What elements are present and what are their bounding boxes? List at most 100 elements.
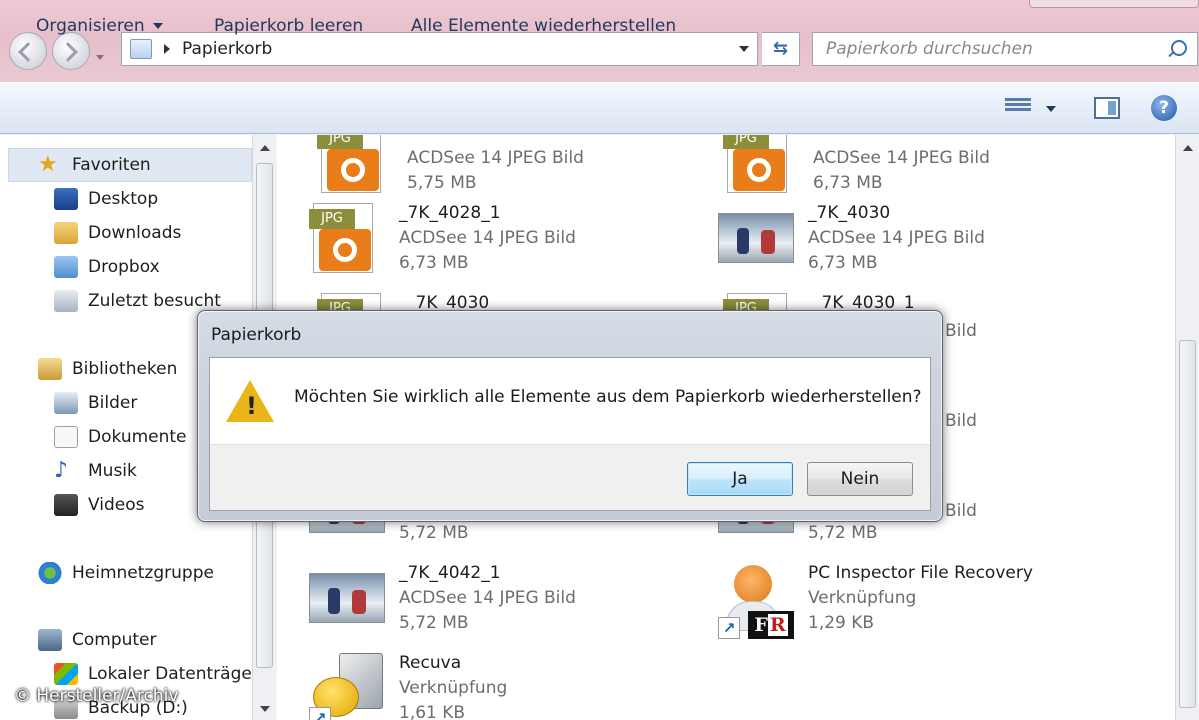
file-item[interactable]: ↗ Recuva Verknüpfung 1,61 KB <box>309 653 669 720</box>
file-size: 1,61 KB <box>399 703 466 720</box>
star-icon: ★ <box>38 152 58 177</box>
file-name: Recuva <box>399 653 462 673</box>
organize-label: Organisieren <box>36 16 145 36</box>
dropbox-icon <box>54 256 78 278</box>
sidebar-item-music[interactable]: ♪ Musik <box>54 460 137 482</box>
documents-icon <box>54 426 78 448</box>
view-options-dropdown-icon[interactable] <box>1046 106 1056 112</box>
scroll-down-icon[interactable] <box>260 706 270 712</box>
help-icon[interactable]: ? <box>1151 95 1177 121</box>
window-caption-buttons[interactable] <box>1029 0 1199 8</box>
jpeg-file-icon: JPG <box>309 203 375 275</box>
empty-bin-button[interactable]: Papierkorb leeren <box>214 16 363 36</box>
file-item[interactable]: JPG ACDSee 14 JPEG Bild 5,75 MB <box>317 135 677 203</box>
sidebar-item-favorites[interactable]: ★ Favoriten <box>38 154 151 176</box>
homegroup-icon <box>38 562 62 584</box>
sidebar-item-label: Videos <box>88 495 145 515</box>
file-item[interactable]: FR ↗ PC Inspector File Recovery Verknüpf… <box>718 563 1078 643</box>
music-note-icon: ♪ <box>54 458 69 483</box>
file-type: ACDSee 14 JPEG Bild <box>399 588 576 608</box>
sidebar-item-label: Heimnetzgruppe <box>72 563 214 583</box>
search-box[interactable]: Papierkorb durchsuchen <box>812 32 1198 66</box>
file-type: ACDSee 14 JPEG Bild <box>399 228 576 248</box>
address-dropdown-icon[interactable] <box>739 46 749 52</box>
dialog-message-area: ! Möchten Sie wirklich alle Elemente aus… <box>210 358 930 444</box>
sidebar-item-recent[interactable]: Zuletzt besucht <box>54 290 221 312</box>
breadcrumb-separator-icon[interactable] <box>164 44 170 54</box>
refresh-button[interactable]: ⇆ <box>762 32 800 66</box>
libraries-icon <box>38 358 62 380</box>
photo-thumbnail <box>309 573 385 623</box>
address-location[interactable]: Papierkorb <box>182 39 272 59</box>
scroll-up-icon[interactable] <box>260 145 270 151</box>
sidebar-item-videos[interactable]: Videos <box>54 494 145 516</box>
windows-drive-icon <box>54 663 78 685</box>
file-item[interactable]: _7K_4030 ACDSee 14 JPEG Bild 6,73 MB <box>718 203 1078 283</box>
sidebar-item-label: Computer <box>72 630 157 650</box>
sidebar-item-label: Bilder <box>88 393 138 413</box>
file-type: ACDSee 14 JPEG Bild <box>808 228 985 248</box>
main-scrollbar[interactable] <box>1175 135 1199 720</box>
organize-menu[interactable]: Organisieren <box>36 16 163 36</box>
restore-all-button[interactable]: Alle Elemente wiederherstellen <box>411 16 676 36</box>
scrollbar-thumb[interactable] <box>1179 340 1196 708</box>
sidebar-item-desktop[interactable]: Desktop <box>54 188 158 210</box>
dialog-message: Möchten Sie wirklich alle Elemente aus d… <box>294 387 922 407</box>
image-credit: © Hersteller/Archiv <box>14 686 179 706</box>
videos-icon <box>54 494 78 516</box>
file-type: Verknüpfung <box>808 588 917 608</box>
file-size: 6,73 MB <box>808 253 878 273</box>
photo-thumbnail <box>718 213 794 263</box>
sidebar-item-label: Zuletzt besucht <box>88 291 221 311</box>
file-size: 1,29 KB <box>808 613 875 633</box>
file-size: 5,75 MB <box>407 173 477 193</box>
file-type: ACDSee 14 JPEG Bild <box>813 148 990 168</box>
sidebar-item-label: Musik <box>88 461 137 481</box>
back-button[interactable] <box>9 32 47 70</box>
file-type: ACDSee 14 JPEG Bild <box>407 148 584 168</box>
sidebar-item-dropbox[interactable]: Dropbox <box>54 256 160 278</box>
yes-button[interactable]: Ja <box>687 462 793 496</box>
file-type: Bild <box>945 411 977 431</box>
file-item[interactable]: _7K_4042_1 ACDSee 14 JPEG Bild 5,72 MB <box>309 563 669 643</box>
search-placeholder[interactable]: Papierkorb durchsuchen <box>826 39 1033 59</box>
file-name: _7K_4030 <box>808 203 891 223</box>
dialog-title: Papierkorb <box>211 325 302 345</box>
file-size: 6,73 MB <box>399 253 469 273</box>
sidebar-item-pictures[interactable]: Bilder <box>54 392 137 414</box>
sidebar-item-libraries[interactable]: Bibliotheken <box>38 358 177 380</box>
sidebar-item-label: Downloads <box>88 223 182 243</box>
sidebar-item-label: Favoriten <box>72 155 151 175</box>
sidebar-item-local-disk[interactable]: Lokaler Datenträge <box>54 663 252 685</box>
recent-places-icon <box>54 290 78 312</box>
file-name: PC Inspector File Recovery <box>808 563 1033 583</box>
file-size: 5,72 MB <box>808 523 878 543</box>
sidebar-item-homegroup[interactable]: Heimnetzgruppe <box>38 562 214 584</box>
fr-logo-icon: FR <box>748 611 794 639</box>
dialog-footer: Ja Nein <box>210 444 930 510</box>
chevron-down-icon <box>152 23 163 29</box>
sidebar-item-documents[interactable]: Dokumente <box>54 426 187 448</box>
file-name: _7K_4042_1 <box>399 563 501 583</box>
address-bar[interactable]: Papierkorb <box>121 32 758 66</box>
sidebar-item-downloads[interactable]: Downloads <box>54 222 181 244</box>
pictures-icon <box>54 392 78 414</box>
file-size: 6,73 MB <box>813 173 883 193</box>
recent-pages-dropdown[interactable] <box>96 55 104 60</box>
file-item[interactable]: JPG ACDSee 14 JPEG Bild 6,73 MB <box>723 135 1083 203</box>
scroll-up-icon[interactable] <box>1183 145 1193 151</box>
no-button[interactable]: Nein <box>807 462 913 496</box>
sidebar-item-computer[interactable]: Computer <box>38 629 157 651</box>
forward-button[interactable] <box>52 32 90 70</box>
preview-pane-icon[interactable] <box>1094 97 1120 119</box>
forward-arrow-icon <box>58 42 78 62</box>
file-type: Bild <box>945 321 977 341</box>
search-icon[interactable] <box>1171 40 1187 56</box>
restore-confirm-dialog: Papierkorb ! Möchten Sie wirklich alle E… <box>197 310 943 522</box>
change-view-icon[interactable] <box>1005 96 1031 118</box>
computer-icon <box>38 629 62 651</box>
file-item[interactable]: JPG _7K_4028_1 ACDSee 14 JPEG Bild 6,73 … <box>309 203 669 283</box>
file-name: _7K_4028_1 <box>399 203 501 223</box>
recycle-bin-icon <box>130 39 152 59</box>
file-type: Bild <box>945 501 977 521</box>
